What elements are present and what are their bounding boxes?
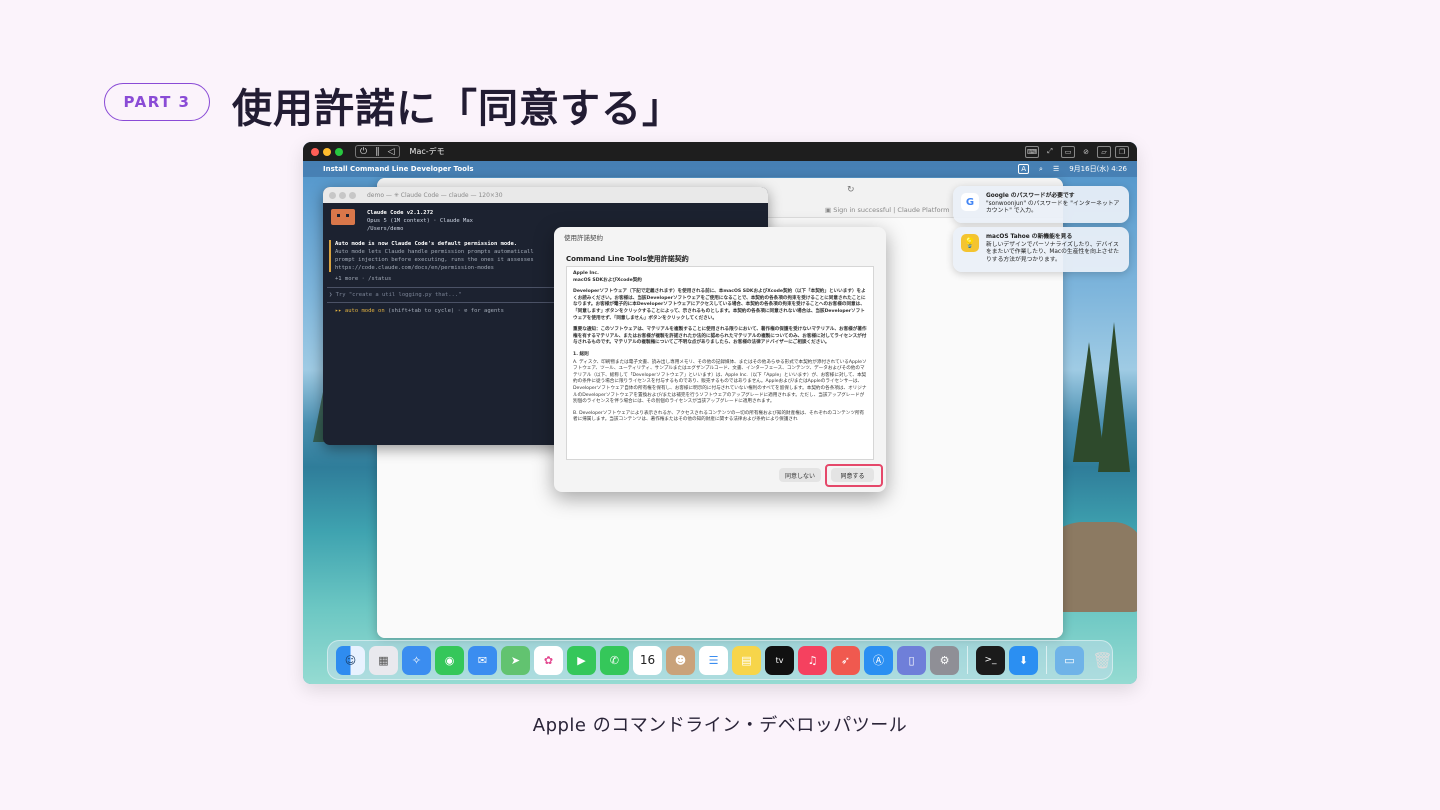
- notification-google-password[interactable]: G Google のパスワードが必要です "sonwoonjun" のパスワードを…: [953, 186, 1129, 223]
- maps-icon[interactable]: ➤: [501, 645, 530, 675]
- notice-line: prompt injection before executing, runs …: [335, 257, 534, 263]
- part-badge: PART 3: [104, 83, 210, 121]
- finder-icon[interactable]: ☺: [336, 645, 365, 675]
- terminal-zoom-button[interactable]: [349, 191, 356, 199]
- trash-icon[interactable]: 🗑: [1088, 646, 1117, 675]
- downloads-icon[interactable]: ⬇: [1009, 645, 1038, 675]
- slide-caption: Apple のコマンドライン・デベロッパツール: [532, 715, 908, 736]
- facetime-icon[interactable]: ▶: [567, 645, 596, 675]
- dock: ☺ ▦ ✧ ◉ ✉ ➤ ✿ ▶ ✆ 16 ☻ ☰ ▤ tv ♫ ➶ Ⓐ ▯ ⚙ …: [327, 640, 1113, 680]
- license-dialog: 使用許諾契約 Command Line Tools使用許諾契約 Apple In…: [554, 227, 886, 492]
- notes-icon[interactable]: ▤: [732, 645, 761, 675]
- vm-toolbar-right: ⌨ ⤢ ▭ ⊘ ▱ ❐: [1025, 145, 1129, 158]
- terminal-minimize-button[interactable]: [339, 191, 346, 199]
- license-text[interactable]: Apple Inc. macOS SDKおよびXcode契約 Developerソ…: [566, 266, 874, 460]
- notification-macos-tips[interactable]: 💡 macOS Tahoe の新機能を見る 新しいデザインでパーソナライズしたり、…: [953, 227, 1129, 272]
- vm-screenshot: ⏻ ∥ ◁ Mac-デモ ⌨ ⤢ ▭ ⊘ ▱ ❐ Install Command…: [303, 142, 1137, 684]
- search-icon[interactable]: ⌕: [1039, 165, 1043, 174]
- dock-separator: [967, 646, 968, 674]
- menubar-app-name[interactable]: Install Command Line Developer Tools: [323, 165, 474, 173]
- macos-menubar: Install Command Line Developer Tools A ⌕…: [303, 161, 1137, 177]
- pause-icon[interactable]: ∥: [375, 147, 380, 157]
- back-icon[interactable]: ◁: [388, 147, 395, 157]
- terminal-notice: Auto mode is now Claude Code's default p…: [329, 240, 534, 272]
- dialog-title: 使用許諾契約: [564, 234, 603, 242]
- minimize-window-button[interactable]: [323, 147, 331, 156]
- tree-decoration: [1098, 322, 1130, 472]
- dialog-heading: Command Line Tools使用許諾契約: [566, 255, 689, 263]
- vm-window-title: Mac-デモ: [409, 147, 445, 156]
- settings-icon[interactable]: ⚙: [930, 645, 959, 675]
- input-source-indicator[interactable]: A: [1018, 164, 1030, 174]
- terminal-close-button[interactable]: [329, 191, 336, 199]
- app-store-icon[interactable]: Ⓐ: [864, 645, 893, 675]
- prompt-input[interactable]: ❯ Try "create a util logging.py that...": [329, 292, 461, 298]
- mode-indicator: ▸▸ auto mode on (shift+tab to cycle) · ⊘…: [335, 308, 504, 314]
- notice-line: Auto mode lets Claude handle permission …: [335, 249, 534, 255]
- browser-tab[interactable]: ▣ Sign in successful | Claude Platform: [825, 206, 949, 214]
- terminal-titlebar: demo — ✳ Claude Code — claude — 120×30: [323, 187, 768, 203]
- phone-icon[interactable]: ✆: [600, 645, 629, 675]
- photos-icon[interactable]: ✿: [534, 645, 563, 675]
- model-line: Opus 5 (1M context) · Claude Max: [367, 218, 473, 224]
- contacts-icon[interactable]: ☻: [666, 645, 695, 675]
- terminal-icon[interactable]: >_: [976, 645, 1005, 675]
- terminal-title: demo — ✳ Claude Code — claude — 120×30: [367, 191, 503, 199]
- app-version-line: Claude Code v2.1.272: [367, 210, 434, 216]
- control-center-icon[interactable]: ☰: [1053, 165, 1059, 173]
- calendar-icon[interactable]: 16: [633, 645, 662, 675]
- rocket-icon[interactable]: ➶: [831, 645, 860, 675]
- terminal-header: Claude Code v2.1.272 Opus 5 (1M context)…: [367, 209, 473, 233]
- vm-toolbar: ⏻ ∥ ◁ Mac-デモ ⌨ ⤢ ▭ ⊘ ▱ ❐: [303, 142, 1137, 161]
- page-title: 使用許諾に「同意する」: [232, 86, 683, 132]
- messages-icon[interactable]: ◉: [435, 645, 464, 675]
- google-icon: G: [961, 193, 979, 211]
- close-window-button[interactable]: [311, 147, 319, 156]
- notice-title: Auto mode is now Claude Code's default p…: [335, 241, 518, 247]
- link-icon[interactable]: ⊘: [1079, 146, 1093, 158]
- decline-button[interactable]: 同意しない: [779, 468, 821, 482]
- zoom-window-button[interactable]: [335, 147, 343, 156]
- tips-icon: 💡: [961, 234, 979, 252]
- mail-icon[interactable]: ✉: [468, 645, 497, 675]
- more-line: +1 more · /status: [335, 276, 392, 282]
- dock-separator: [1046, 646, 1047, 674]
- music-icon[interactable]: ♫: [798, 645, 827, 675]
- menubar-clock[interactable]: 9月16日(水) 4:26: [1069, 164, 1127, 174]
- agree-button-highlight: [825, 464, 883, 487]
- folder-share-icon[interactable]: ▱: [1097, 145, 1111, 158]
- preview-icon[interactable]: ▯: [897, 645, 926, 675]
- window-icon[interactable]: ❐: [1115, 145, 1129, 158]
- launchpad-icon[interactable]: ▦: [369, 645, 398, 675]
- resize-icon[interactable]: ⤢: [1043, 146, 1057, 158]
- tv-icon[interactable]: tv: [765, 645, 794, 675]
- display-icon[interactable]: ▭: [1061, 145, 1075, 158]
- vm-controls: ⏻ ∥ ◁: [355, 145, 400, 158]
- power-icon[interactable]: ⏻: [360, 147, 367, 157]
- folder-icon[interactable]: ▭: [1055, 645, 1084, 675]
- claude-mascot-icon: [331, 209, 355, 225]
- safari-icon[interactable]: ✧: [402, 645, 431, 675]
- path-line: /Users/demo: [367, 226, 404, 232]
- notice-link[interactable]: https://code.claude.com/docs/en/permissi…: [335, 264, 534, 272]
- reload-icon[interactable]: ↻: [847, 185, 855, 195]
- keyboard-icon[interactable]: ⌨: [1025, 145, 1039, 158]
- reminders-icon[interactable]: ☰: [699, 645, 728, 675]
